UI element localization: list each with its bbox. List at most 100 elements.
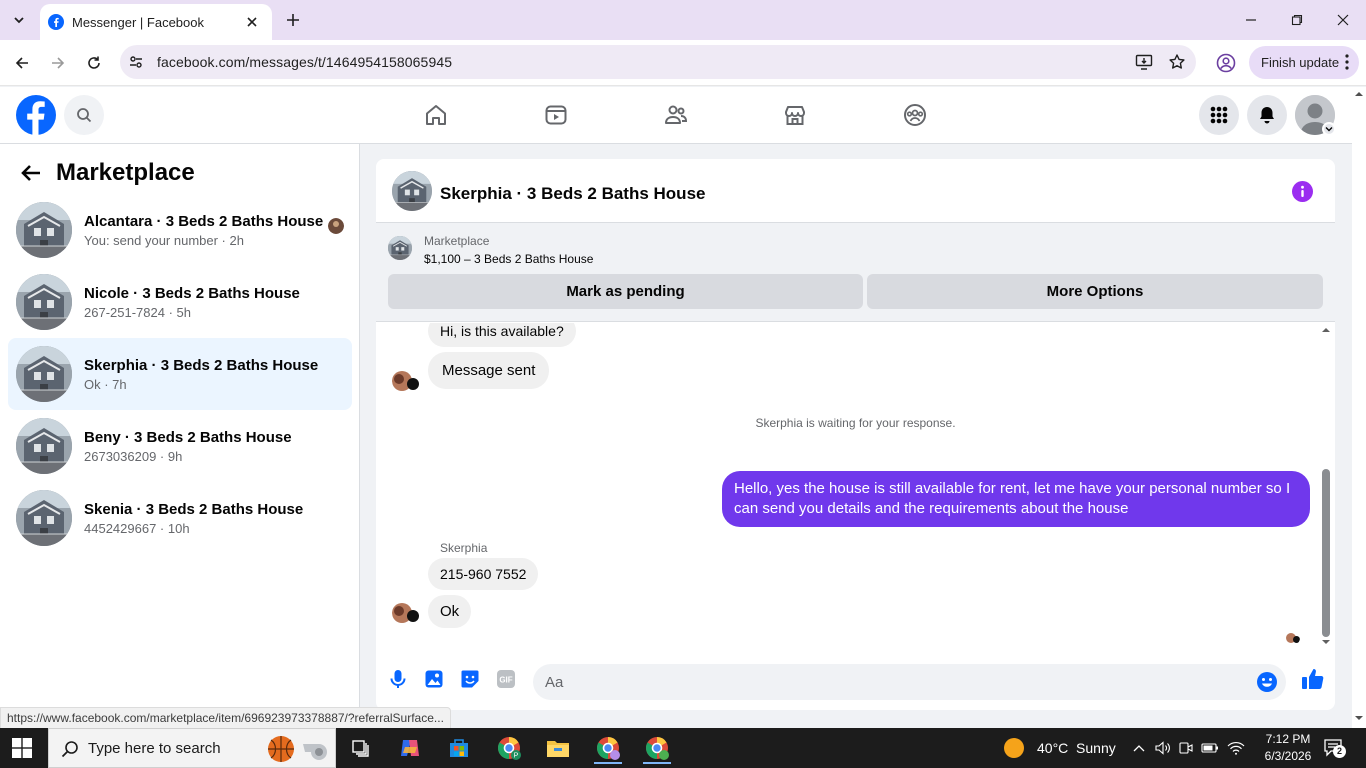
url-text: facebook.com/messages/t/1464954158065945 xyxy=(157,54,453,70)
chrome-icon[interactable] xyxy=(588,732,628,764)
search-icon[interactable] xyxy=(64,95,104,135)
like-icon[interactable] xyxy=(1301,667,1325,691)
weather-text: 40°C Sunny xyxy=(1037,740,1116,756)
microsoft-store-icon[interactable] xyxy=(439,732,479,764)
emoji-icon[interactable] xyxy=(1256,671,1278,693)
bookmark-star-icon[interactable] xyxy=(1168,53,1186,71)
taskbar-clock[interactable]: 7:12 PM 6/3/2026 xyxy=(1258,731,1318,765)
minimize-icon[interactable] xyxy=(1239,8,1263,32)
sticker-icon[interactable] xyxy=(460,669,480,689)
battery-icon[interactable] xyxy=(1201,741,1219,755)
conversation-name: Skerphia · 3 Beds 2 Baths House xyxy=(84,356,319,374)
panel-header: Marketplace xyxy=(16,156,195,190)
mic-icon[interactable] xyxy=(388,669,408,689)
groups-icon[interactable] xyxy=(895,99,935,131)
volume-icon[interactable] xyxy=(1155,740,1171,756)
conversation-item[interactable]: Nicole · 3 Beds 2 Baths House 267-251-782… xyxy=(8,266,352,338)
finish-update-button[interactable]: Finish update xyxy=(1249,46,1359,79)
close-tab-icon[interactable] xyxy=(244,14,260,30)
listing-thumbnail[interactable] xyxy=(388,236,412,260)
contact-avatar[interactable] xyxy=(392,367,420,395)
page-scroll-down-icon[interactable] xyxy=(1354,714,1364,722)
conversation-text: Beny · 3 Beds 2 Baths House 2673036209 · … xyxy=(84,429,292,464)
file-explorer-icon[interactable] xyxy=(538,732,578,764)
conversation-text: Nicole · 3 Beds 2 Baths House 267-251-782… xyxy=(84,285,300,320)
page-scroll-up-icon[interactable] xyxy=(1354,90,1364,98)
conversation-item[interactable]: Skenia · 3 Beds 2 Baths House 4452429667 … xyxy=(8,482,352,554)
conversation-text: Alcantara · 3 Beds 2 Baths House You: sen… xyxy=(84,213,323,248)
basketball-whistle-icon xyxy=(267,734,331,764)
browser-profile-icon[interactable] xyxy=(1216,53,1236,73)
chat-title[interactable]: Skerphia · 3 Beds 2 Baths House xyxy=(440,184,705,204)
window-close-icon[interactable] xyxy=(1331,8,1355,32)
scroll-down-icon[interactable] xyxy=(1319,637,1333,647)
tray-chevron-up-icon[interactable] xyxy=(1133,744,1145,752)
restore-icon[interactable] xyxy=(1285,8,1309,32)
svg-text:GIF: GIF xyxy=(499,676,512,685)
conversation-item[interactable]: Alcantara · 3 Beds 2 Baths House You: sen… xyxy=(8,194,352,266)
back-arrow-icon[interactable] xyxy=(16,158,46,188)
conversation-name: Skenia · 3 Beds 2 Baths House xyxy=(84,500,304,518)
bell-icon[interactable] xyxy=(1247,95,1287,135)
listing-thumbnail xyxy=(16,274,72,330)
page-scrollbar[interactable] xyxy=(1352,87,1366,728)
message-composer: GIF xyxy=(376,655,1335,710)
conversation-item[interactable]: Beny · 3 Beds 2 Baths House 2673036209 · … xyxy=(8,410,352,482)
image-icon[interactable] xyxy=(424,669,444,689)
svg-text:P: P xyxy=(514,753,519,760)
info-icon[interactable] xyxy=(1292,181,1313,202)
friends-icon[interactable] xyxy=(656,99,696,131)
account-chevron-icon[interactable] xyxy=(1322,122,1336,136)
facebook-logo-icon[interactable] xyxy=(16,95,56,135)
conversation-text: Skerphia · 3 Beds 2 Baths House Ok · 7h xyxy=(84,357,318,392)
notification-center-icon[interactable]: 2 xyxy=(1323,738,1346,758)
more-options-button[interactable]: More Options xyxy=(867,274,1323,309)
scroll-up-icon[interactable] xyxy=(1319,325,1333,335)
conversation-preview: Ok · 7h xyxy=(84,376,127,392)
tab-search-chevron-icon[interactable] xyxy=(7,8,31,32)
browser-tab[interactable]: Messenger | Facebook xyxy=(40,4,272,40)
copilot-icon[interactable] xyxy=(390,732,430,764)
system-tray xyxy=(1133,728,1245,768)
contact-avatar[interactable] xyxy=(392,599,420,627)
weather-widget[interactable]: 40°C Sunny xyxy=(1003,728,1116,768)
conversation-name: Nicole · 3 Beds 2 Baths House xyxy=(84,284,300,302)
scrollbar-thumb[interactable] xyxy=(1322,469,1330,637)
conversation-list-panel: Marketplace Alcantara · 3 Beds 2 Baths H… xyxy=(0,144,360,728)
marketplace-icon[interactable] xyxy=(775,99,815,131)
meet-now-icon[interactable] xyxy=(1179,740,1193,756)
menu-grid-icon[interactable] xyxy=(1199,95,1239,135)
chrome-profile-icon[interactable]: P xyxy=(489,732,529,764)
listing-price-title[interactable]: $1,100 – 3 Beds 2 Baths House xyxy=(424,252,593,266)
chrome-icon[interactable] xyxy=(637,732,677,764)
gif-icon[interactable]: GIF xyxy=(496,669,516,689)
task-view-icon[interactable] xyxy=(341,732,381,764)
message-bubble: 215-960 7552 xyxy=(428,558,539,590)
finish-update-label: Finish update xyxy=(1261,55,1340,70)
conversation-preview: 267-251-7824 · 5h xyxy=(84,304,191,320)
chat-scrollbar[interactable] xyxy=(1319,325,1333,647)
search-icon xyxy=(61,740,79,758)
home-icon[interactable] xyxy=(416,99,456,131)
mark-as-pending-button[interactable]: Mark as pending xyxy=(388,274,863,309)
taskbar-search-box[interactable]: Type here to search xyxy=(48,728,336,768)
message-bubble: Message sent xyxy=(428,352,550,389)
site-settings-icon[interactable] xyxy=(128,54,144,70)
windows-taskbar: Type here to search P 40°C Sunny 7:12 PM… xyxy=(0,728,1366,768)
wifi-icon[interactable] xyxy=(1227,741,1245,755)
panel-title: Marketplace xyxy=(56,159,195,186)
clock-time: 7:12 PM xyxy=(1265,732,1311,746)
install-app-icon[interactable] xyxy=(1135,53,1153,71)
message-input[interactable] xyxy=(545,664,1245,700)
reload-icon[interactable] xyxy=(82,51,106,75)
chat-listing-thumbnail[interactable] xyxy=(392,171,432,211)
facebook-header xyxy=(0,87,1366,144)
video-icon[interactable] xyxy=(536,99,576,131)
address-bar[interactable]: facebook.com/messages/t/1464954158065945 xyxy=(120,45,1196,79)
forward-arrow-icon[interactable] xyxy=(46,51,70,75)
new-tab-plus-icon[interactable] xyxy=(282,9,304,31)
sender-name: Skerphia xyxy=(440,541,488,555)
conversation-item[interactable]: Skerphia · 3 Beds 2 Baths House Ok · 7h xyxy=(8,338,352,410)
windows-start-icon[interactable] xyxy=(12,738,32,758)
back-arrow-icon[interactable] xyxy=(10,51,34,75)
